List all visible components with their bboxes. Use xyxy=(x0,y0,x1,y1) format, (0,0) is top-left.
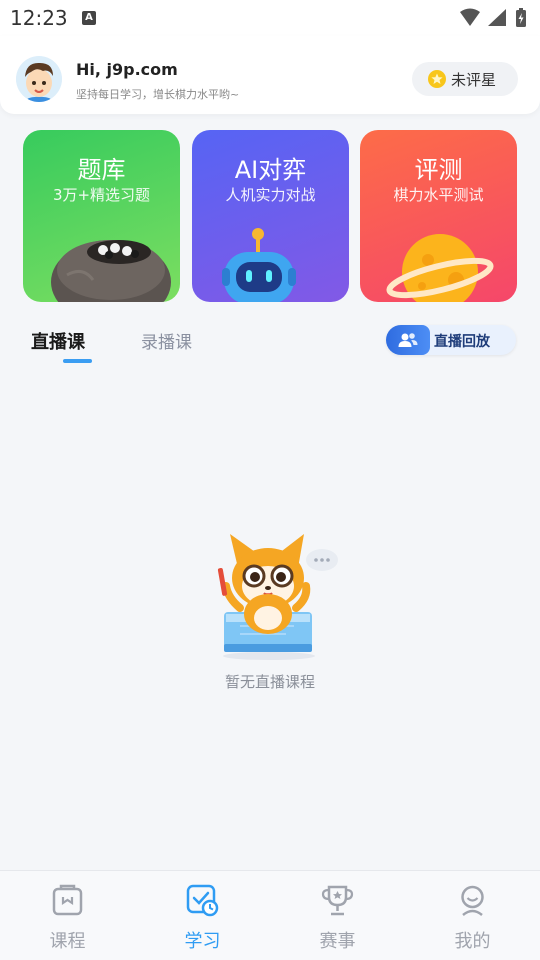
motto-text: 坚持每日学习，增长棋力水平哟~ xyxy=(76,88,240,101)
card-question-bank[interactable]: 题库 3万+精选习题 xyxy=(23,130,180,302)
tab-live[interactable]: 直播课 xyxy=(31,328,85,354)
status-bar: 12:23 A xyxy=(0,0,540,36)
card-evaluation[interactable]: 评测 棋力水平测试 xyxy=(360,130,517,302)
trophy-icon xyxy=(321,885,354,916)
users-icon xyxy=(386,325,430,355)
rating-label: 未评星 xyxy=(451,71,497,89)
nav-label: 我的 xyxy=(454,931,491,952)
planet-icon xyxy=(386,234,494,302)
notification-icon: A xyxy=(82,11,96,25)
nav-item-study[interactable]: 学习 xyxy=(135,871,270,960)
card-ai-battle[interactable]: AI对弈 人机实力对战 xyxy=(192,130,349,302)
wifi-icon xyxy=(460,8,480,26)
nav-label: 赛事 xyxy=(319,931,356,952)
nav-label: 学习 xyxy=(184,931,221,952)
signal-icon xyxy=(488,9,506,26)
tab-indicator xyxy=(63,359,92,363)
bottom-nav: 课程 学习 赛事 我的 xyxy=(0,870,540,960)
card-subtitle: 人机实力对战 xyxy=(225,186,316,204)
card-title: 题库 xyxy=(77,156,126,184)
status-time: 12:23 xyxy=(10,6,68,30)
battery-icon xyxy=(516,8,526,27)
fox-mascot-icon xyxy=(217,534,338,660)
nav-item-profile[interactable]: 我的 xyxy=(405,871,540,960)
system-icons xyxy=(458,7,530,33)
star-icon xyxy=(428,70,446,88)
rating-badge[interactable]: 未评星 xyxy=(412,62,518,96)
card-title: 评测 xyxy=(414,156,463,184)
nav-item-match[interactable]: 赛事 xyxy=(270,871,405,960)
profile-icon xyxy=(461,885,484,916)
go-stone-bowl-icon xyxy=(51,240,171,302)
robot-icon xyxy=(222,228,296,302)
nav-item-course[interactable]: 课程 xyxy=(0,871,135,960)
user-header: Hi, j9p.com 坚持每日学习，增长棋力水平哟~ 未评星 xyxy=(0,36,540,114)
course-icon xyxy=(52,884,83,916)
greeting-text: Hi, j9p.com xyxy=(76,60,178,79)
replay-label: 直播回放 xyxy=(434,334,490,350)
empty-state-text: 暂无直播课程 xyxy=(224,673,315,691)
avatar[interactable] xyxy=(16,56,62,102)
card-subtitle: 棋力水平测试 xyxy=(393,186,484,204)
study-icon xyxy=(186,884,219,917)
card-subtitle: 3万+精选习题 xyxy=(52,186,151,204)
card-title: AI对弈 xyxy=(234,156,307,184)
live-replay-button[interactable]: 直播回放 xyxy=(386,325,516,355)
nav-label: 课程 xyxy=(49,931,86,952)
tab-recorded[interactable]: 录播课 xyxy=(141,328,192,353)
